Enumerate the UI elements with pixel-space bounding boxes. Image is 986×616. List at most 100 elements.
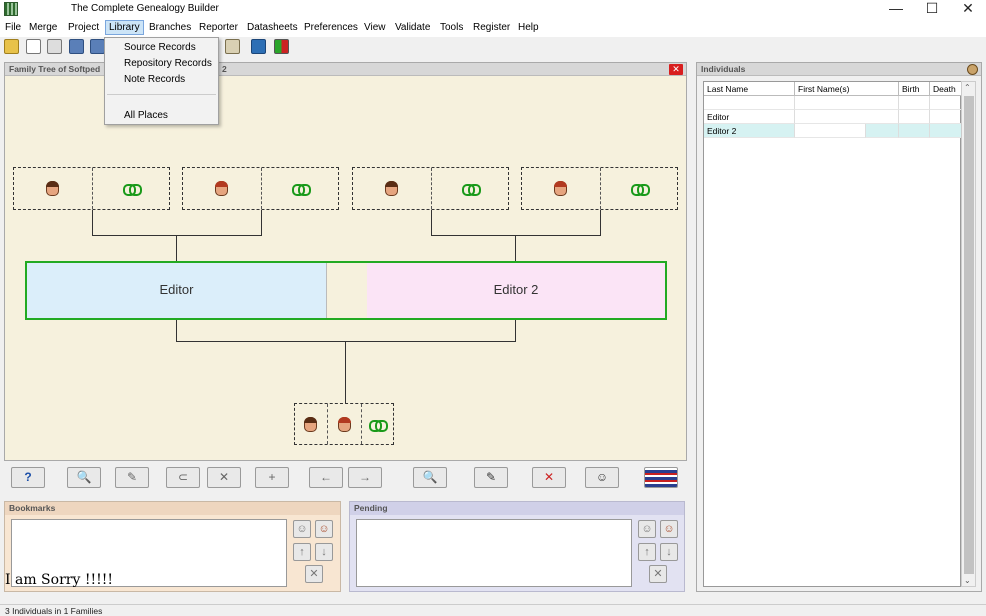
children-box[interactable] — [294, 403, 394, 445]
book-icon[interactable] — [251, 39, 266, 54]
minimize-icon[interactable]: — — [878, 0, 914, 19]
pending-down-icon[interactable]: ↓ — [660, 543, 678, 561]
print-icon[interactable] — [47, 39, 62, 54]
edit-individual-button[interactable]: ✎ — [474, 467, 508, 488]
male-person-icon[interactable] — [46, 181, 59, 196]
menu-repository-records[interactable]: Repository Records — [124, 58, 212, 69]
individuals-panel-title: Individuals — [701, 64, 746, 74]
connector-line — [92, 210, 93, 235]
column-header-last-name[interactable]: Last Name — [704, 82, 795, 96]
grandparents-box-2[interactable] — [182, 167, 339, 210]
help-button[interactable]: ? — [11, 467, 45, 488]
grandparents-box-1[interactable] — [13, 167, 170, 210]
menu-view[interactable]: View — [364, 22, 386, 33]
scroll-up-icon[interactable]: ⌃ — [964, 83, 971, 92]
link-icon[interactable] — [292, 184, 311, 196]
menu-project[interactable]: Project — [68, 22, 99, 33]
pending-up-icon[interactable]: ↑ — [638, 543, 656, 561]
bookmarks-title: Bookmarks — [5, 502, 340, 515]
connector-line — [600, 210, 601, 235]
find-individual-button[interactable]: 🔍 — [413, 467, 447, 488]
person-box-editor[interactable]: Editor — [27, 263, 327, 318]
save-as-icon[interactable] — [90, 39, 105, 54]
table-row[interactable] — [704, 96, 962, 110]
forward-arrow-button[interactable]: → — [348, 467, 382, 488]
link-person-button[interactable]: ⊂ — [166, 467, 200, 488]
menu-bar: File Merge Project Library Branches Repo… — [0, 19, 986, 37]
options-icon[interactable] — [225, 39, 240, 54]
edit-person-button[interactable]: ✎ — [115, 467, 149, 488]
grandparents-box-4[interactable] — [521, 167, 678, 210]
menu-help[interactable]: Help — [518, 22, 539, 33]
menu-validate[interactable]: Validate — [395, 22, 430, 33]
close-window-icon[interactable]: ✕ — [950, 0, 986, 19]
menu-reporter[interactable]: Reporter — [199, 22, 238, 33]
add-relative-button[interactable]: + — [255, 467, 289, 488]
pending-add-icon[interactable]: ☺ — [660, 520, 678, 538]
female-person-icon[interactable] — [338, 417, 351, 432]
female-person-icon[interactable] — [215, 181, 228, 196]
library-dropdown: Source Records Repository Records Note R… — [104, 37, 219, 125]
menu-source-records[interactable]: Source Records — [124, 42, 196, 53]
menu-branches[interactable]: Branches — [149, 22, 191, 33]
menu-all-places[interactable]: All Places — [124, 110, 168, 121]
bookmark-delete-icon[interactable]: ✕ — [305, 565, 323, 583]
connector-line — [176, 341, 516, 342]
male-person-icon[interactable] — [304, 417, 317, 432]
table-row-selected[interactable]: Editor 2 — [704, 124, 962, 138]
back-arrow-button[interactable]: ← — [309, 467, 343, 488]
pending-delete-icon[interactable]: ✕ — [649, 565, 667, 583]
link-icon[interactable] — [462, 184, 481, 196]
menu-tools[interactable]: Tools — [440, 22, 463, 33]
bookmark-up-icon[interactable]: ↑ — [293, 543, 311, 561]
link-icon[interactable] — [123, 184, 142, 196]
delete-individual-button[interactable]: ✕ — [532, 467, 566, 488]
tree-panel-title-suffix: 2 — [222, 64, 227, 74]
menu-register[interactable]: Register — [473, 22, 510, 33]
window-title: The Complete Genealogy Builder — [71, 3, 219, 14]
connector-line — [431, 235, 601, 236]
individuals-panel-header: Individuals — [697, 63, 981, 76]
panel-options-icon[interactable] — [967, 64, 978, 75]
close-icon[interactable]: ✕ — [669, 64, 683, 75]
open-folder-icon[interactable] — [4, 39, 19, 54]
flag-icon[interactable] — [644, 467, 678, 488]
bookmark-add-icon[interactable]: ☺ — [315, 520, 333, 538]
column-header-first-names[interactable]: First Name(s) — [795, 82, 899, 96]
menu-merge[interactable]: Merge — [29, 22, 57, 33]
connector-line — [345, 341, 346, 403]
save-icon[interactable] — [69, 39, 84, 54]
person-box-editor-2[interactable]: Editor 2 — [367, 263, 665, 318]
column-header-death[interactable]: Death — [930, 82, 962, 96]
scroll-down-icon[interactable]: ⌄ — [964, 576, 971, 585]
delete-person-button[interactable]: ✕ — [207, 467, 241, 488]
pending-list[interactable] — [356, 519, 632, 587]
scrollbar-thumb[interactable] — [964, 96, 974, 574]
link-icon[interactable] — [631, 184, 650, 196]
menu-preferences[interactable]: Preferences — [304, 22, 358, 33]
connector-line — [261, 210, 262, 235]
menu-file[interactable]: File — [5, 22, 21, 33]
male-person-icon[interactable] — [385, 181, 398, 196]
overlay-text: I am Sorry !!!!! — [5, 572, 113, 588]
menu-note-records[interactable]: Note Records — [124, 74, 185, 85]
search-person-button[interactable]: 🔍 — [67, 467, 101, 488]
table-row[interactable]: Editor — [704, 110, 962, 124]
menu-library[interactable]: Library — [105, 20, 144, 35]
bookmark-person-icon[interactable]: ☺ — [293, 520, 311, 538]
exit-icon[interactable] — [274, 39, 289, 54]
menu-separator — [107, 94, 216, 95]
connector-line — [515, 235, 516, 261]
bookmark-down-icon[interactable]: ↓ — [315, 543, 333, 561]
individuals-scrollbar[interactable]: ⌃ ⌄ — [961, 81, 976, 587]
link-icon[interactable] — [369, 420, 388, 432]
menu-datasheets[interactable]: Datasheets — [247, 22, 298, 33]
female-person-icon[interactable] — [554, 181, 567, 196]
column-header-birth[interactable]: Birth — [899, 82, 930, 96]
grandparents-box-3[interactable] — [352, 167, 509, 210]
maximize-icon[interactable]: ☐ — [914, 0, 950, 19]
pending-person-icon[interactable]: ☺ — [638, 520, 656, 538]
new-file-icon[interactable] — [26, 39, 41, 54]
add-individual-button[interactable]: ☺ — [585, 467, 619, 488]
individuals-panel: Individuals Last Name First Name(s) Birt… — [696, 62, 982, 592]
